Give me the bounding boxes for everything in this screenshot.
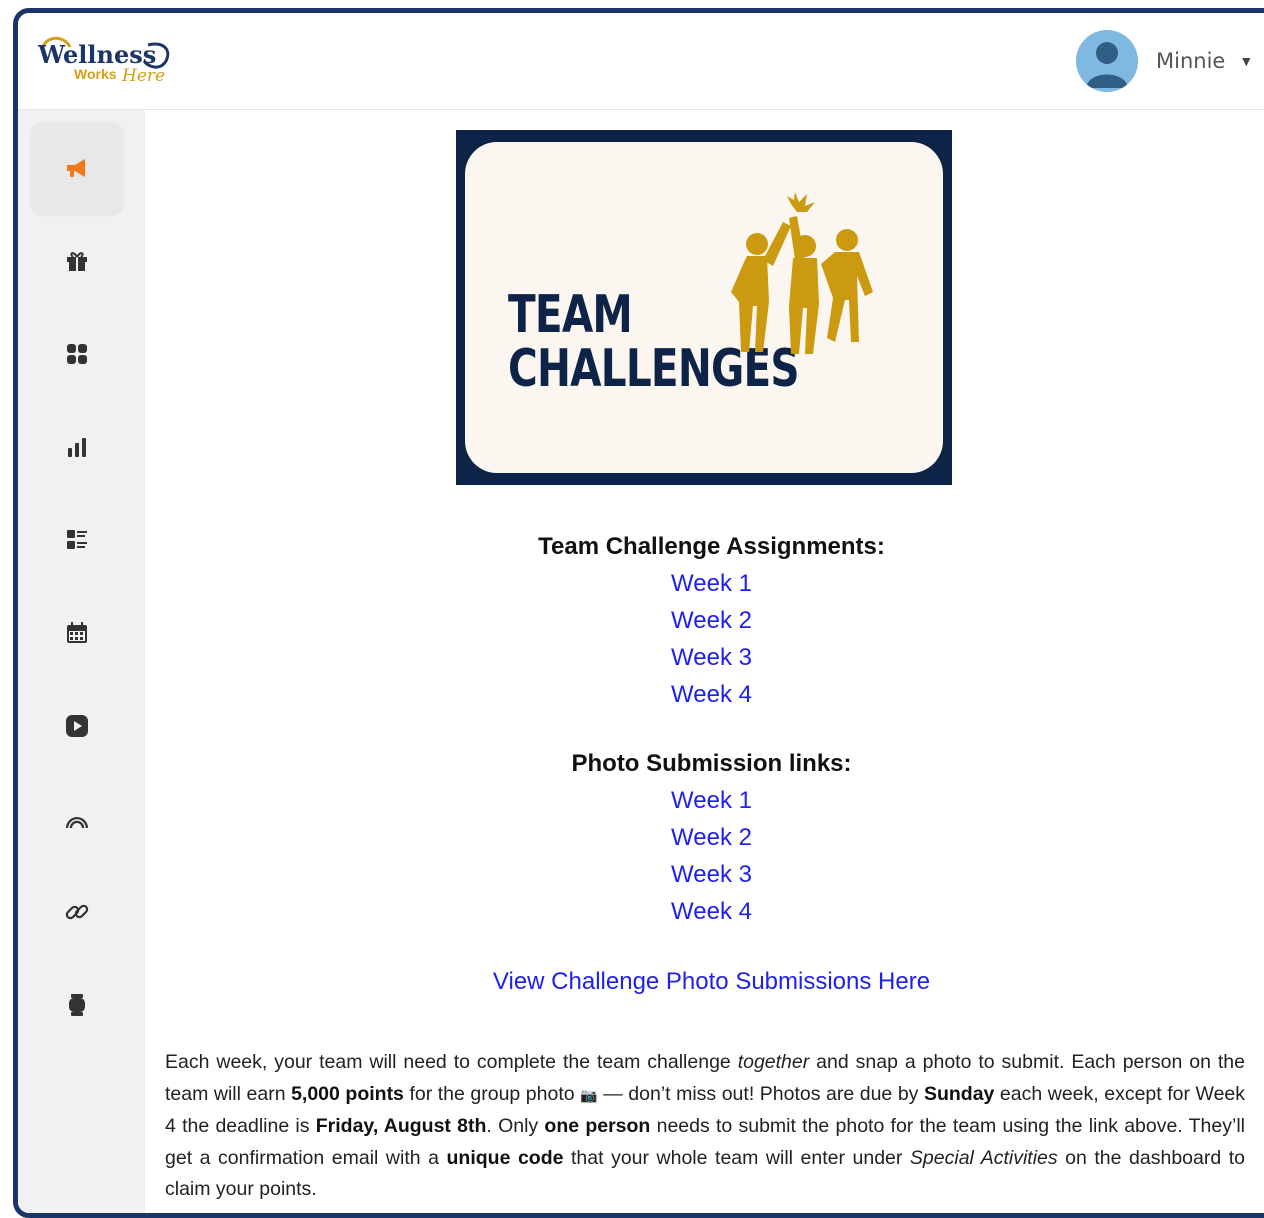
sidebar-item-videos[interactable]: [31, 680, 123, 772]
sidebar-item-dashboard[interactable]: [31, 308, 123, 400]
team-challenges-banner: TEAM CHALLENGES: [456, 130, 952, 485]
sidebar-item-announcements[interactable]: [31, 122, 123, 214]
assignment-week-2-link[interactable]: Week 2: [145, 602, 1264, 639]
rainbow-icon: [66, 817, 88, 829]
watch-icon: [69, 994, 85, 1016]
wellness-works-logo[interactable]: Wellness Works Here: [36, 31, 176, 93]
view-photo-submissions-link[interactable]: View Challenge Photo Submissions Here: [493, 968, 930, 995]
bar-chart-icon: [68, 438, 86, 457]
sidebar: [18, 110, 145, 1213]
sidebar-item-links[interactable]: [31, 866, 123, 958]
play-icon: [66, 715, 88, 737]
team-high-five-icon: [731, 192, 873, 354]
gift-icon: [67, 252, 87, 271]
assignment-week-4-link[interactable]: Week 4: [145, 676, 1264, 713]
assignment-week-3-link[interactable]: Week 3: [145, 639, 1264, 676]
sidebar-item-wellbeing[interactable]: [31, 773, 123, 865]
photo-week-3-link[interactable]: Week 3: [145, 856, 1264, 893]
photo-week-1-link[interactable]: Week 1: [145, 782, 1264, 819]
view-submissions-section: View Challenge Photo Submissions Here: [145, 968, 1264, 996]
sidebar-item-calendar[interactable]: [31, 587, 123, 679]
photo-week-2-link[interactable]: Week 2: [145, 819, 1264, 856]
apps-grid-icon: [67, 344, 87, 364]
calendar-icon: [67, 622, 87, 643]
sidebar-item-list[interactable]: [31, 494, 123, 586]
assignments-section: Team Challenge Assignments: Week 1 Week …: [145, 528, 1264, 713]
sidebar-item-rewards[interactable]: [31, 215, 123, 307]
assignments-heading: Team Challenge Assignments:: [538, 533, 885, 560]
photo-submission-section: Photo Submission links: Week 1 Week 2 We…: [145, 745, 1264, 930]
user-menu[interactable]: Minnie ▼: [1076, 29, 1253, 93]
assignment-week-1-link[interactable]: Week 1: [145, 565, 1264, 602]
sidebar-item-devices[interactable]: [31, 959, 123, 1051]
link-icon: [65, 904, 89, 920]
challenge-instructions: Each week, your team will need to comple…: [165, 1051, 1246, 1201]
main-content: TEAM CHALLENGES Team Challenge Assignmen…: [145, 110, 1264, 1213]
photo-week-4-link[interactable]: Week 4: [145, 893, 1264, 930]
svg-text:Works: Works: [74, 66, 117, 82]
svg-text:Wellness: Wellness: [37, 40, 156, 69]
list-icon: [67, 530, 87, 549]
app-window: Wellness Works Here Minnie ▼ TEAM CHALLE…: [13, 8, 1264, 1218]
camera-icon: 📷: [580, 1086, 598, 1103]
top-bar: Wellness Works Here Minnie ▼: [18, 13, 1264, 110]
svg-text:Here: Here: [121, 66, 165, 86]
user-name[interactable]: Minnie: [1156, 49, 1225, 73]
megaphone-icon: [67, 159, 85, 177]
avatar[interactable]: [1076, 30, 1138, 92]
sidebar-item-stats[interactable]: [31, 401, 123, 493]
chevron-down-icon[interactable]: ▼: [1239, 53, 1253, 69]
photo-submission-heading: Photo Submission links:: [571, 750, 852, 777]
